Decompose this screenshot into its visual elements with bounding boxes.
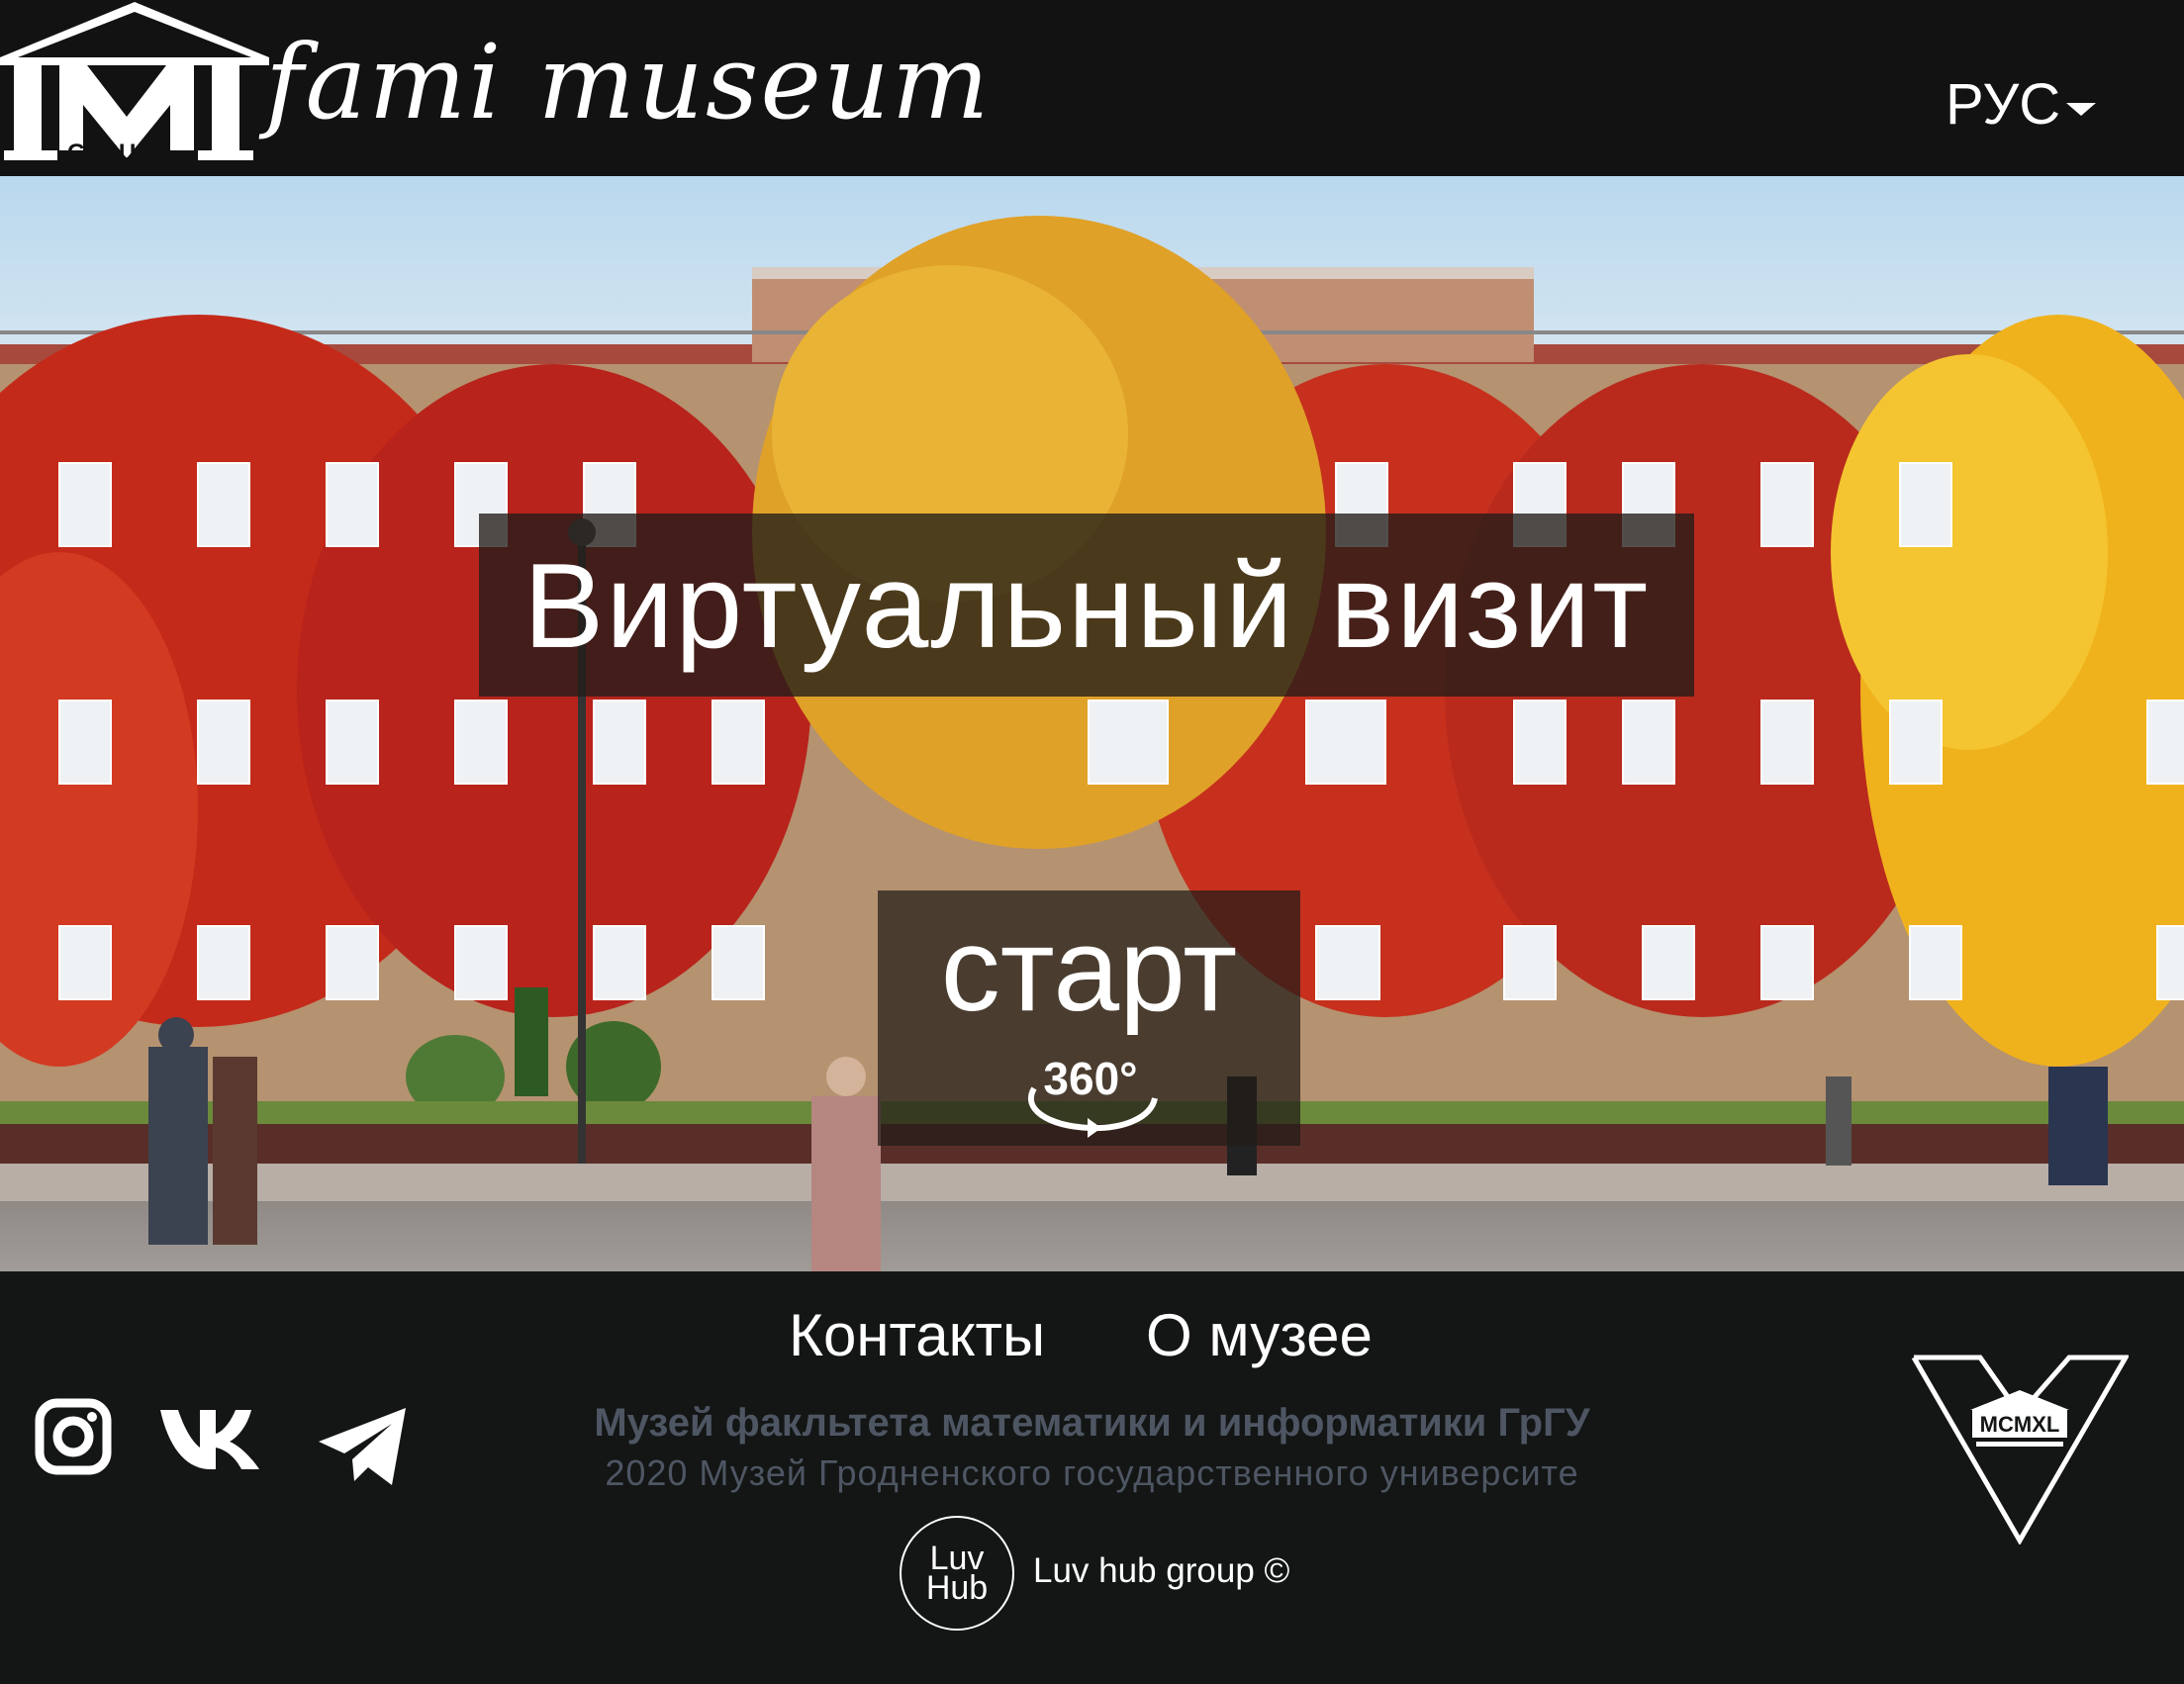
start-tour-button[interactable]: старт 360° — [878, 890, 1300, 1146]
museum-name: Музей факльтета математики и информатики… — [594, 1401, 1590, 1445]
hero-banner: Виртуальный визит старт 360° — [0, 176, 2184, 1271]
panorama-360-label: 360° — [1043, 1053, 1137, 1104]
site-header: GRSU fami museum РУС — [0, 0, 2184, 176]
chevron-down-icon — [2066, 102, 2097, 116]
nav-about-link[interactable]: О музее — [1146, 1301, 1373, 1370]
hero-title: Виртуальный визит — [522, 537, 1651, 673]
site-footer: Контакты О музее Музей факльтета математ… — [0, 1271, 2184, 1684]
museum-logo-icon[interactable]: GRSU — [0, 0, 272, 170]
mcmxl-emblem-icon: MCMXL — [1911, 1355, 2129, 1544]
copyright-text: 2020 Музей Гродненского государственного… — [605, 1452, 1579, 1493]
nav-contacts-link[interactable]: Контакты — [789, 1301, 1045, 1370]
developer-credit[interactable]: Luv hub group © — [1033, 1551, 1289, 1591]
panorama-360-icon: 360° — [1028, 1053, 1158, 1138]
emblem-text: MCMXL — [1980, 1412, 2060, 1437]
logo-badge-text: GRSU — [67, 140, 136, 166]
start-label: старт — [940, 903, 1238, 1036]
luv-hub-logo-line2: Hub — [925, 1569, 989, 1607]
language-label: РУС — [1946, 72, 2061, 137]
luv-hub-logo[interactable]: Luv Hub — [900, 1516, 1014, 1631]
hero-title-panel: Виртуальный визит — [479, 514, 1694, 697]
language-selector[interactable]: РУС — [1946, 71, 2097, 139]
site-title[interactable]: fami museum — [265, 28, 992, 137]
